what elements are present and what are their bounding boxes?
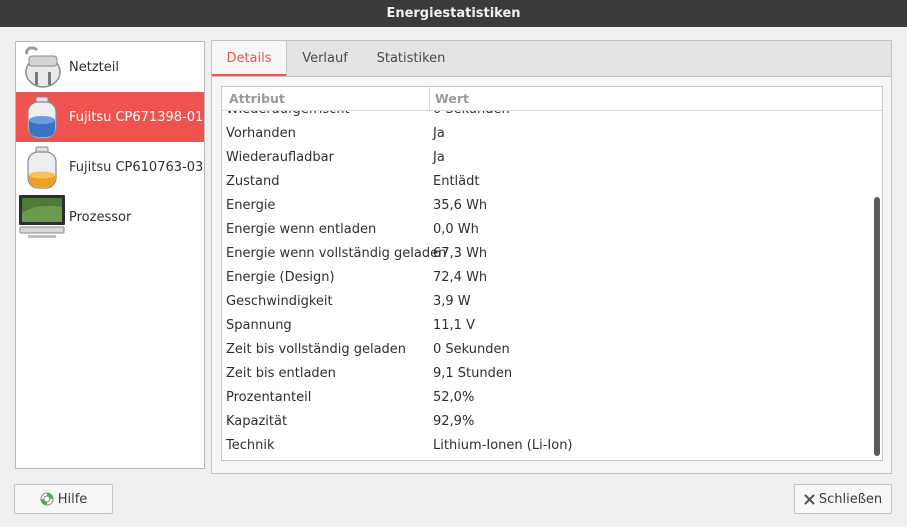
window-title: Energiestatistiken (386, 6, 521, 21)
table-row[interactable]: Vorhanden Ja (222, 123, 872, 147)
attribute-value: 67,3 Wh (433, 246, 488, 261)
attribute-value: 0 Sekunden (433, 342, 510, 357)
battery-blue-icon (18, 93, 66, 141)
device-label: Fujitsu CP610763-03 (69, 159, 204, 175)
attribute-value: 35,6 Wh (433, 198, 488, 213)
device-item-prozessor[interactable]: Prozessor (16, 192, 204, 242)
help-lifebuoy-icon (40, 492, 54, 506)
window-titlebar: Energiestatistiken (0, 0, 907, 27)
tab-details[interactable]: Details (212, 41, 287, 77)
device-label: Prozessor (69, 209, 132, 225)
column-separator[interactable] (429, 87, 430, 111)
device-label: Fujitsu CP671398-01 (69, 109, 204, 125)
details-panel: Wiederaufgefrischt0 Sekunden VorhandenJa… (211, 76, 892, 474)
table-row[interactable]: Energie wenn vollständig geladen 67,3 Wh (222, 243, 872, 267)
attribute-name: Energie (Design) (226, 270, 335, 285)
attribute-name: Energie wenn entladen (226, 222, 377, 237)
attribute-name: Technik (226, 438, 275, 453)
device-item-fujitsu-cp610763-03[interactable]: Fujitsu CP610763-03 (16, 142, 204, 192)
scrollbar-thumb[interactable] (874, 197, 880, 456)
attribute-name: Kapazität (226, 414, 288, 429)
attribute-name: Zeit bis vollständig geladen (226, 342, 407, 357)
close-icon (804, 494, 815, 505)
attribute-name: Zeit bis entladen (226, 366, 336, 381)
attribute-value: 92,9% (433, 414, 475, 429)
attribute-name: Wiederaufladbar (226, 150, 334, 165)
attribute-value: 52,0% (433, 390, 475, 405)
attribute-value: 9,1 Stunden (433, 366, 513, 381)
table-row[interactable]: Energie (Design) 72,4 Wh (222, 267, 872, 291)
table-row[interactable]: Technik Lithium-Ionen (Li-Ion) (222, 435, 872, 459)
table-row[interactable]: Energie wenn entladen 0,0 Wh (222, 219, 872, 243)
tab-verlauf[interactable]: Verlauf (287, 41, 363, 76)
table-body: Wiederaufgefrischt0 Sekunden VorhandenJa… (222, 99, 872, 459)
attribute-name: Prozentanteil (226, 390, 312, 405)
table-row[interactable]: Prozentanteil 52,0% (222, 387, 872, 411)
attribute-name: Spannung (226, 318, 292, 333)
attribute-table[interactable]: Wiederaufgefrischt0 Sekunden VorhandenJa… (221, 86, 883, 461)
table-scrollbar[interactable] (872, 111, 882, 460)
close-button-label: Schließen (818, 491, 883, 507)
tab-statistiken[interactable]: Statistiken (363, 41, 459, 76)
attribute-value: 0,0 Wh (433, 222, 479, 237)
attribute-value: Lithium-Ionen (Li-Ion) (433, 438, 573, 453)
table-row[interactable]: Spannung 11,1 V (222, 315, 872, 339)
attribute-name: Zustand (226, 174, 280, 189)
help-button[interactable]: Hilfe (14, 484, 113, 514)
table-row[interactable]: Wiederaufladbar Ja (222, 147, 872, 171)
table-row[interactable]: Energie 35,6 Wh (222, 195, 872, 219)
attribute-value: Ja (433, 150, 445, 165)
device-list[interactable]: Netzteil Fujitsu CP671398-01 Fujitsu CP6… (15, 41, 205, 469)
device-item-netzteil[interactable]: Netzteil (16, 42, 204, 92)
battery-orange-icon (18, 143, 66, 191)
table-row[interactable]: Zeit bis entladen 9,1 Stunden (222, 363, 872, 387)
attribute-value: 11,1 V (433, 318, 475, 333)
attribute-value: 3,9 W (433, 294, 471, 309)
column-header-attribut[interactable]: Attribut (229, 91, 285, 106)
table-row[interactable]: Geschwindigkeit 3,9 W (222, 291, 872, 315)
table-row[interactable]: Kapazität 92,9% (222, 411, 872, 435)
attribute-name: Geschwindigkeit (226, 294, 333, 309)
power-plug-icon (18, 43, 66, 91)
column-header-wert[interactable]: Wert (435, 91, 469, 106)
attribute-name: Energie (226, 198, 276, 213)
attribute-value: 72,4 Wh (433, 270, 488, 285)
table-row[interactable]: Zeit bis vollständig geladen 0 Sekunden (222, 339, 872, 363)
close-button[interactable]: Schließen (794, 484, 892, 514)
attribute-value: Ja (433, 126, 445, 141)
attribute-value: Entlädt (433, 174, 480, 189)
details-notebook: Details Verlauf Statistiken Wiederaufgef… (211, 40, 892, 474)
device-label: Netzteil (69, 59, 119, 75)
computer-monitor-icon (18, 193, 66, 241)
table-row[interactable]: Zustand Entlädt (222, 171, 872, 195)
attribute-name: Energie wenn vollständig geladen (226, 246, 447, 261)
attribute-name: Vorhanden (226, 126, 296, 141)
device-item-fujitsu-cp671398-01[interactable]: Fujitsu CP671398-01 (16, 92, 204, 142)
table-header: Attribut Wert (222, 87, 882, 111)
help-button-label: Hilfe (57, 491, 88, 507)
tab-bar: Details Verlauf Statistiken (211, 40, 892, 77)
